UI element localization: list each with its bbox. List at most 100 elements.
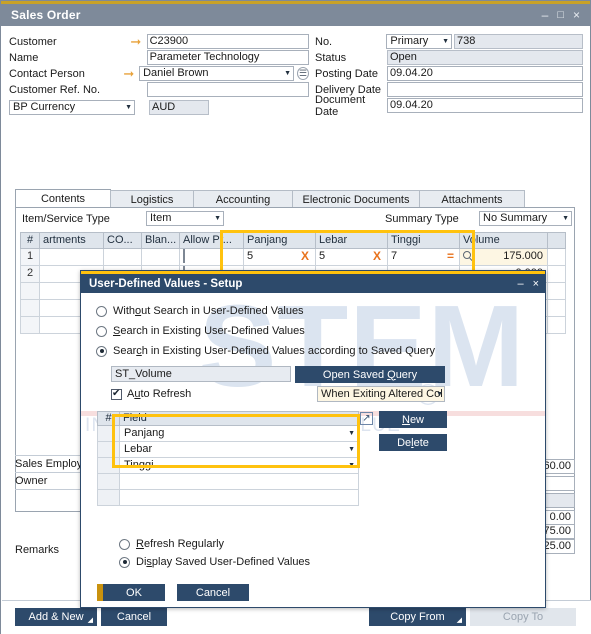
no-series-select[interactable]: Primary xyxy=(386,34,453,49)
maximize-icon[interactable]: □ xyxy=(557,9,564,21)
no-value: 738 xyxy=(454,34,583,49)
option-refresh-regularly[interactable]: Refresh Regularly xyxy=(119,538,224,550)
radio-icon[interactable] xyxy=(96,325,107,337)
radio-icon[interactable] xyxy=(119,556,130,568)
option-search-existing[interactable]: Search in Existing User-Defined Values xyxy=(96,325,305,337)
tab-accounting[interactable]: Accounting xyxy=(193,190,293,208)
bp-currency-select[interactable]: BP Currency xyxy=(9,100,135,115)
option-without-search[interactable]: Without Search in User-Defined Values xyxy=(96,305,304,317)
row-extra xyxy=(548,283,566,300)
option-search-saved-query[interactable]: Search in Existing User-Defined Values a… xyxy=(96,345,435,357)
auto-refresh-label: Auto Refresh xyxy=(127,388,192,400)
row-allow-pr[interactable] xyxy=(180,249,244,266)
delete-button[interactable]: Delete xyxy=(379,434,447,451)
grid-col-co[interactable]: CO... xyxy=(104,232,142,249)
item-service-type-select[interactable]: Item xyxy=(146,211,224,226)
tab-contents[interactable]: Contents xyxy=(15,189,111,208)
document-date-input[interactable]: 09.04.20 xyxy=(387,98,583,113)
contact-person-label: Contact Person xyxy=(9,67,85,80)
radio-icon[interactable] xyxy=(96,305,107,317)
field-contact-person: Contact Person ➞ Daniel Brown ☰ xyxy=(9,66,309,81)
field-row-select[interactable] xyxy=(120,474,358,489)
field-row-select[interactable]: Lebar xyxy=(120,442,358,457)
copy-to-button: Copy To xyxy=(470,608,576,626)
list-item[interactable]: Tinggi xyxy=(97,458,359,474)
grid-col-tinggi[interactable]: Tinggi xyxy=(388,232,460,249)
document-date-label: Document Date xyxy=(315,93,366,118)
link-arrow-icon[interactable]: ➞ xyxy=(129,35,142,48)
dialog-close-icon[interactable]: × xyxy=(533,278,539,290)
tab-attachments[interactable]: Attachments xyxy=(419,190,525,208)
open-saved-query-button[interactable]: Open Saved Query xyxy=(295,366,445,383)
grid-col-allow-pr[interactable]: Allow Pr... xyxy=(180,232,244,249)
row-num xyxy=(20,300,40,317)
remarks-label: Remarks xyxy=(15,544,60,556)
field-row-num xyxy=(98,474,120,489)
search-icon[interactable] xyxy=(463,251,471,259)
cancel-button[interactable]: Cancel xyxy=(101,608,167,626)
auto-refresh-checkbox-row[interactable]: Auto Refresh xyxy=(111,388,191,400)
customer-ref-no-input[interactable] xyxy=(146,82,310,97)
row-artments[interactable] xyxy=(40,249,104,266)
list-item[interactable]: Panjang xyxy=(97,426,359,442)
grid-col-blan[interactable]: Blan... xyxy=(142,232,180,249)
delivery-date-input[interactable] xyxy=(387,82,583,97)
option-display-saved-values[interactable]: Display Saved User-Defined Values xyxy=(119,556,310,568)
table-row[interactable]: 1 5 X 5 X 7 = 175.000 xyxy=(20,249,572,266)
row-co[interactable] xyxy=(104,249,142,266)
list-item[interactable] xyxy=(97,474,359,490)
tab-electronic-documents[interactable]: Electronic Documents xyxy=(292,190,420,208)
list-item[interactable]: Lebar xyxy=(97,442,359,458)
list-item[interactable] xyxy=(97,490,359,506)
cancel-button[interactable]: Cancel xyxy=(177,584,249,601)
new-button[interactable]: New xyxy=(379,411,447,428)
field-row-select[interactable] xyxy=(120,490,358,505)
radio-icon[interactable] xyxy=(96,345,107,357)
grid-header-row: # artments CO... Blan... Allow Pr... Pan… xyxy=(20,232,572,249)
radio-icon[interactable] xyxy=(119,538,130,550)
grid-col-extra[interactable] xyxy=(548,232,566,249)
grid-col-panjang[interactable]: Panjang xyxy=(244,232,316,249)
row-num xyxy=(20,283,40,300)
header-right-column: No. Primary 738 Status Open Posting Date… xyxy=(315,34,583,118)
tinggi-value: 7 xyxy=(391,250,398,262)
posting-date-input[interactable]: 09.04.20 xyxy=(387,66,583,81)
add-and-new-button[interactable]: Add & New xyxy=(15,608,97,626)
refresh-trigger-select[interactable]: When Exiting Altered Col xyxy=(317,386,445,402)
link-arrow-icon[interactable]: ➞ xyxy=(122,67,135,80)
grid-col-num[interactable]: # xyxy=(20,232,40,249)
summary-type-select[interactable]: No Summary xyxy=(479,211,572,226)
notes-icon[interactable]: ☰ xyxy=(297,67,309,80)
tab-logistics[interactable]: Logistics xyxy=(110,190,194,208)
field-status: Status Open xyxy=(315,50,583,65)
checkbox-icon[interactable] xyxy=(111,388,122,400)
open-saved-query-label: Open Saved Query xyxy=(322,368,418,381)
close-icon[interactable]: × xyxy=(573,9,580,21)
row-lebar[interactable]: 5 X xyxy=(316,249,388,266)
contact-person-select[interactable]: Daniel Brown xyxy=(139,66,295,81)
option-label: Search in Existing User-Defined Values xyxy=(113,325,305,337)
row-volume[interactable]: 175.000 xyxy=(460,249,548,266)
dialog-minimize-icon[interactable]: – xyxy=(517,278,523,290)
owner-label: Owner xyxy=(15,475,48,487)
row-blan[interactable] xyxy=(142,249,180,266)
minimize-icon[interactable]: – xyxy=(542,9,549,21)
allow-pr-checkbox[interactable] xyxy=(183,249,185,263)
expand-arrow-icon[interactable]: ↗ xyxy=(360,412,373,425)
row-panjang[interactable]: 5 X xyxy=(244,249,316,266)
field-row-num xyxy=(98,426,120,441)
field-row-select[interactable]: Panjang xyxy=(120,426,358,441)
saved-query-name-input[interactable]: ST_Volume xyxy=(111,366,291,382)
volume-value: 175.000 xyxy=(503,250,543,262)
name-input[interactable]: Parameter Technology xyxy=(146,50,310,65)
grid-col-volume[interactable]: Volume xyxy=(460,232,548,249)
ok-button[interactable]: OK xyxy=(103,584,165,601)
grid-col-lebar[interactable]: Lebar xyxy=(316,232,388,249)
grid-col-artments[interactable]: artments xyxy=(40,232,104,249)
field-row-select[interactable]: Tinggi xyxy=(120,458,358,473)
field-customer-ref-no: Customer Ref. No. xyxy=(9,82,310,97)
row-tinggi[interactable]: 7 = xyxy=(388,249,460,266)
copy-from-button[interactable]: Copy From xyxy=(369,608,466,626)
option-label: Display Saved User-Defined Values xyxy=(136,556,311,568)
customer-input[interactable]: C23900 xyxy=(146,34,310,49)
